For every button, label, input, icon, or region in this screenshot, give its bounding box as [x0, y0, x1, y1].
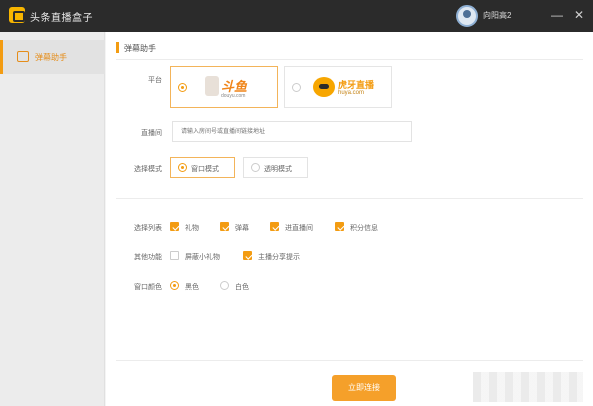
- blurred-watermark: [473, 372, 583, 402]
- mode-radio-transparent[interactable]: [251, 163, 260, 172]
- option-label-block-small-gift: 屏蔽小礼物: [185, 254, 220, 261]
- platform-url-douyu: douyu.com: [221, 93, 246, 99]
- checkbox-block-small-gift[interactable]: [170, 251, 179, 260]
- mode-label: 选择模式: [134, 166, 162, 173]
- color-radio-white[interactable]: [220, 281, 229, 290]
- option-label-danmaku: 弹幕: [235, 225, 249, 232]
- section-title: 弹幕助手: [124, 44, 156, 53]
- mode-radio-window[interactable]: [178, 163, 187, 172]
- checkbox-points[interactable]: [335, 222, 344, 231]
- platform-radio-huya[interactable]: [292, 83, 301, 92]
- checkbox-share-tip[interactable]: [243, 251, 252, 260]
- sidebar-item-danmaku[interactable]: 弹幕助手: [0, 40, 105, 74]
- mode-option-transparent[interactable]: 透明模式: [243, 157, 308, 178]
- sidebar-item-label: 弹幕助手: [35, 53, 67, 62]
- close-icon[interactable]: ✕: [570, 6, 588, 24]
- app-logo-icon: [9, 7, 25, 23]
- color-label: 窗口颜色: [134, 284, 162, 291]
- option-label-share-tip: 主播分享提示: [258, 254, 300, 261]
- room-input[interactable]: [172, 121, 412, 142]
- minimize-icon[interactable]: —: [548, 6, 566, 24]
- main-panel: 弹幕助手 平台 斗鱼 douyu.com 虎牙直播 huya.com 直播间 选…: [106, 32, 593, 406]
- option-label-enter-room: 进直播间: [285, 225, 313, 232]
- app-title: 头条直播盒子: [30, 13, 93, 24]
- checkbox-gift[interactable]: [170, 222, 179, 231]
- mode-option-label: 透明模式: [264, 166, 292, 173]
- platform-label: 平台: [148, 77, 162, 84]
- mode-option-label: 窗口模式: [191, 166, 219, 173]
- mode-option-window[interactable]: 窗口模式: [170, 157, 235, 178]
- platform-url-huya: huya.com: [338, 90, 365, 96]
- user-avatar[interactable]: [456, 5, 478, 27]
- color-radio-black[interactable]: [170, 281, 179, 290]
- color-option-black: 黑色: [185, 284, 199, 291]
- platform-radio-douyu[interactable]: [178, 83, 187, 92]
- list-label: 选择列表: [134, 225, 162, 232]
- option-label-gift: 礼物: [185, 225, 199, 232]
- divider: [116, 198, 583, 199]
- section-accent-bar: [116, 42, 119, 53]
- danmaku-icon: [17, 51, 29, 62]
- platform-option-huya[interactable]: 虎牙直播 huya.com: [284, 66, 392, 108]
- title-bar: 头条直播盒子 向阳高2 — ✕: [0, 0, 593, 32]
- room-label: 直播间: [141, 130, 162, 137]
- connect-button[interactable]: 立即连接: [332, 375, 396, 401]
- option-label-points: 积分信息: [350, 225, 378, 232]
- platform-option-douyu[interactable]: 斗鱼 douyu.com: [170, 66, 278, 108]
- divider: [116, 59, 583, 60]
- color-option-white: 白色: [235, 284, 249, 291]
- sidebar: 弹幕助手: [0, 32, 105, 406]
- douyu-logo-icon: [205, 76, 219, 96]
- checkbox-danmaku[interactable]: [220, 222, 229, 231]
- other-label: 其他功能: [134, 254, 162, 261]
- checkbox-enter-room[interactable]: [270, 222, 279, 231]
- user-name[interactable]: 向阳高2: [483, 10, 511, 21]
- divider: [116, 360, 583, 361]
- huya-logo-icon: [313, 77, 335, 97]
